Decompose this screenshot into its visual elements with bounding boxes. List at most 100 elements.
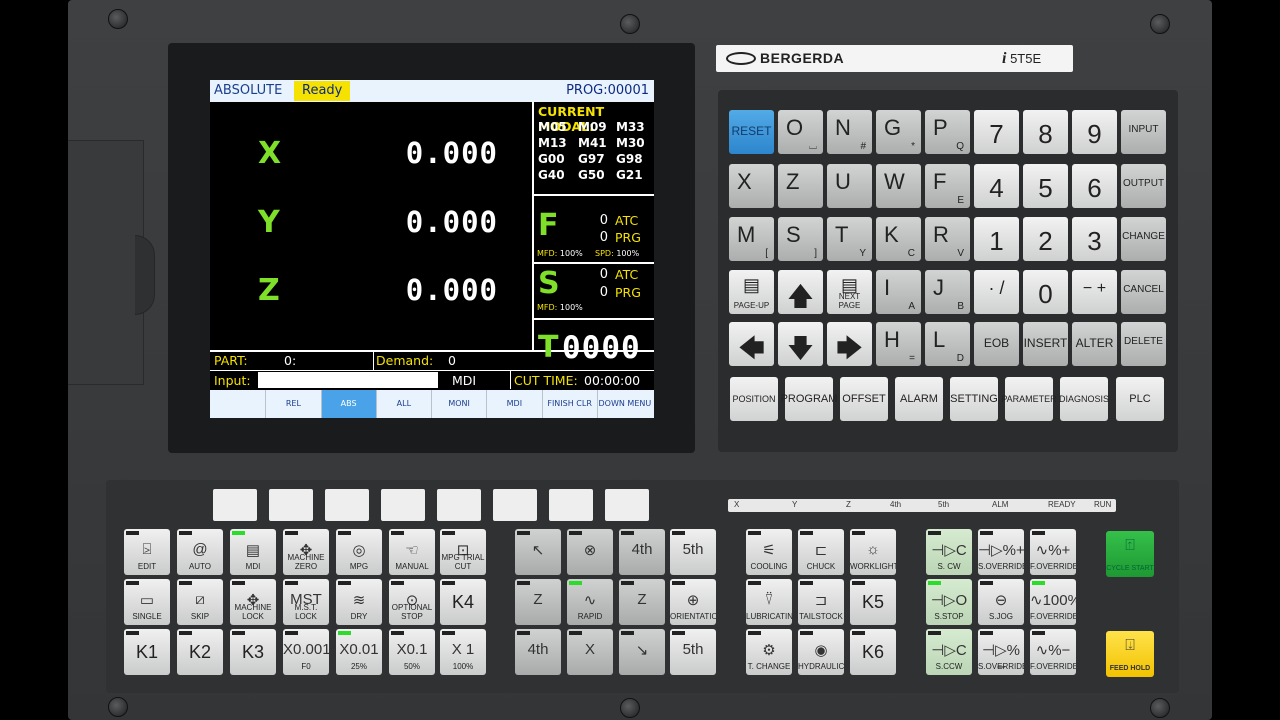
function-key-plc[interactable]: PLC [1116, 377, 1164, 421]
key-n[interactable]: N # [827, 110, 872, 154]
mode-key-single[interactable]: ▭ SINGLE [124, 579, 170, 625]
mode-key-k3[interactable]: K3 [230, 629, 276, 675]
spindle-key-s-override[interactable]: ⊣▷%− S.OVERRIDE [978, 629, 1024, 675]
mode-key-machine-lock[interactable]: ✥ MACHINE LOCK [230, 579, 276, 625]
jog-key-8[interactable]: 4th [515, 629, 561, 675]
key-digit-5[interactable]: 5 [1023, 164, 1068, 208]
blank-key[interactable] [493, 489, 537, 521]
key-s[interactable]: S] [778, 217, 823, 261]
key-j[interactable]: JB [925, 270, 970, 314]
arrow-right-button[interactable]: 🡆 [827, 322, 872, 366]
softkey-blank[interactable] [211, 390, 267, 418]
page-up-button[interactable]: ▤ PAGE-UP [729, 270, 774, 314]
key-digit-8[interactable]: 8 [1023, 110, 1068, 154]
blank-key[interactable] [549, 489, 593, 521]
function-key-setting[interactable]: SETTING [950, 377, 998, 421]
aux-key-hydraulic[interactable]: ◉ HYDRAULIC [798, 629, 844, 675]
key-f[interactable]: FE [925, 164, 970, 208]
key-digit-9[interactable]: 9 [1072, 110, 1117, 154]
key-change[interactable]: CHANGE [1121, 217, 1166, 261]
function-key-offset[interactable]: OFFSET [840, 377, 888, 421]
arrow-left-button[interactable]: 🡄 [729, 322, 774, 366]
mode-key-optional-stop[interactable]: ⊙ OPTIONAL STOP [389, 579, 435, 625]
spindle-key-s-jog[interactable]: ⊖ S.JOG [978, 579, 1024, 625]
jog-key-1[interactable]: ⊗ [567, 529, 613, 575]
softkey-moni[interactable]: MONI [432, 390, 488, 418]
mode-key-f0[interactable]: X0.001 F0 [283, 629, 329, 675]
spindle-key-f-override[interactable]: ∿%− F.OVERRIDE [1030, 629, 1076, 675]
aux-key-cooling[interactable]: ⚟ COOLING [746, 529, 792, 575]
next-page-button[interactable]: ▤ NEXT PAGE [827, 270, 872, 314]
function-key-program[interactable]: PROGRAM [781, 377, 837, 421]
key-dot[interactable]: · / [974, 270, 1019, 314]
key-delete[interactable]: DELETE [1121, 322, 1166, 366]
jog-key-7[interactable]: ⊕ ORIENTATION [670, 579, 716, 625]
aux-key-t-change[interactable]: ⚙ T. CHANGE [746, 629, 792, 675]
aux-key-k5[interactable]: K5 [850, 579, 896, 625]
jog-key-6[interactable]: Z [619, 579, 665, 625]
aux-key-lubricating[interactable]: ⍢ LUBRICATING [746, 579, 792, 625]
key-digit-2[interactable]: 2 [1023, 217, 1068, 261]
blank-key[interactable] [269, 489, 313, 521]
softkey-down-menu[interactable]: DOWN MENU [598, 390, 652, 418]
reset-button[interactable]: RESET [729, 110, 774, 154]
mode-key-k4[interactable]: K4 [440, 579, 486, 625]
key-digit-3[interactable]: 3 [1072, 217, 1117, 261]
jog-key-11[interactable]: 5th [670, 629, 716, 675]
mode-key-m-s-t-lock[interactable]: MST M.S.T. LOCK [283, 579, 329, 625]
aux-key-chuck[interactable]: ⊏ CHUCK [798, 529, 844, 575]
spindle-key-s-override[interactable]: ⊣▷%+ S.OVERRIDE [978, 529, 1024, 575]
aux-key-worklight[interactable]: ☼ WORKLIGHT [850, 529, 896, 575]
mode-key-100[interactable]: X 1 100% [440, 629, 486, 675]
jog-key-0[interactable]: ↖ [515, 529, 561, 575]
blank-key[interactable] [381, 489, 425, 521]
feed-hold-button[interactable]: ⍗ FEED HOLD [1106, 631, 1154, 677]
mode-key-skip[interactable]: ⧄ SKIP [177, 579, 223, 625]
mode-key-auto[interactable]: @ AUTO [177, 529, 223, 575]
blank-key[interactable] [437, 489, 481, 521]
spindle-key-s-stop[interactable]: ⊣▷O S.STOP [926, 579, 972, 625]
key-cancel[interactable]: CANCEL [1121, 270, 1166, 314]
key-m[interactable]: M[ [729, 217, 774, 261]
key-z[interactable]: Z [778, 164, 823, 208]
softkey-rel[interactable]: REL [266, 390, 322, 418]
jog-key-4[interactable]: Z [515, 579, 561, 625]
key-digit-1[interactable]: 1 [974, 217, 1019, 261]
key-x[interactable]: X [729, 164, 774, 208]
key-output[interactable]: OUTPUT [1121, 164, 1166, 208]
key-o[interactable]: O ⌴ [778, 110, 823, 154]
key-sign[interactable]: − + [1072, 270, 1117, 314]
function-key-diagnosis[interactable]: DIAGNOSIS [1059, 377, 1109, 421]
softkey-all[interactable]: ALL [377, 390, 432, 418]
aux-key-tailstock[interactable]: ⊐ TAILSTOCK [798, 579, 844, 625]
mode-key-mdi[interactable]: ▤ MDI [230, 529, 276, 575]
alter-button[interactable]: ALTER [1072, 322, 1117, 366]
mode-key-dry[interactable]: ≋ DRY [336, 579, 382, 625]
jog-key-3[interactable]: 5th [670, 529, 716, 575]
key-h[interactable]: H = [876, 322, 921, 366]
key-k[interactable]: KC [876, 217, 921, 261]
key-g[interactable]: G * [876, 110, 921, 154]
key-input[interactable]: INPUT [1121, 110, 1166, 154]
softkey-abs[interactable]: ABS [321, 390, 377, 418]
jog-key-9[interactable]: X [567, 629, 613, 675]
mode-key-manual[interactable]: ☜ MANUAL [389, 529, 435, 575]
softkey-mdi[interactable]: MDI [487, 390, 543, 418]
jog-key-2[interactable]: 4th [619, 529, 665, 575]
mode-key-25[interactable]: X0.01 25% [336, 629, 382, 675]
arrow-up-button[interactable]: 🡅 [778, 270, 823, 314]
spindle-key-s-cw[interactable]: ⊣▷C S. CW [926, 529, 972, 575]
key-l[interactable]: LD [925, 322, 970, 366]
function-key-parameter[interactable]: PARAMETER [1001, 377, 1057, 421]
key-digit-0[interactable]: 0 [1023, 270, 1068, 314]
key-p[interactable]: PQ [925, 110, 970, 154]
mode-key-mpg-trial-cut[interactable]: ⊡ MPG TRIAL CUT [440, 529, 486, 575]
mode-key-machine-zero[interactable]: ✥ MACHINE ZERO [283, 529, 329, 575]
key-u[interactable]: U [827, 164, 872, 208]
function-key-alarm[interactable]: ALARM [895, 377, 943, 421]
spindle-key-f-override[interactable]: ∿100% F.OVERRIDE [1030, 579, 1076, 625]
blank-key[interactable] [605, 489, 649, 521]
mode-key-edit[interactable]: ⍄ EDIT [124, 529, 170, 575]
insert-button[interactable]: INSERT [1023, 322, 1068, 366]
key-digit-7[interactable]: 7 [974, 110, 1019, 154]
